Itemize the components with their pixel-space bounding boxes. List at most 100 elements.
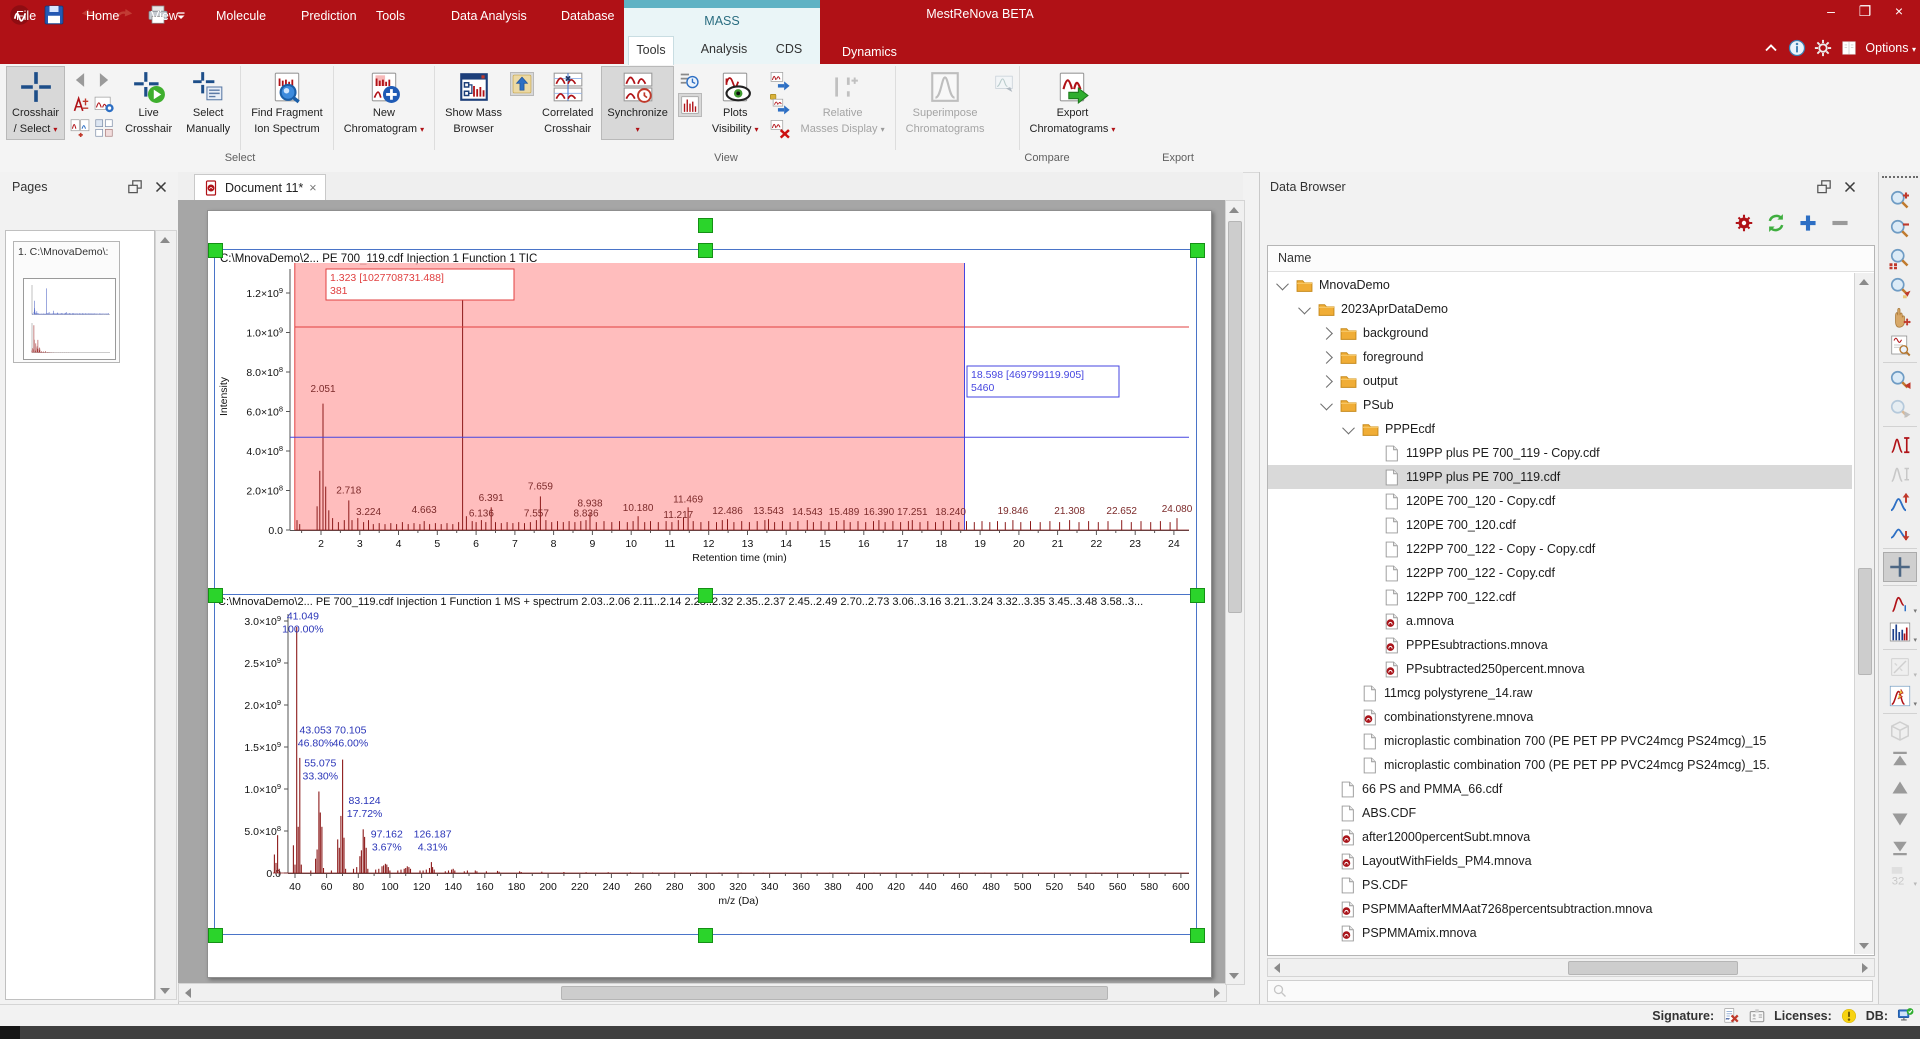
tree-item[interactable]: background [1268,321,1852,345]
tree-item[interactable]: a.mnova [1268,609,1852,633]
menu-tab-prediction[interactable]: Prediction [295,6,363,26]
chart-molecule-icon[interactable] [93,93,115,115]
export-chromatograms-button[interactable]: Export Chromatograms ▾ [1024,66,1122,140]
chevron-down-icon[interactable] [1298,301,1311,314]
mass-histogram-button[interactable]: ▾ [1884,618,1916,646]
export-trace-icon[interactable] [769,69,791,91]
plots-visibility-button[interactable]: Plots Visibility ▾ [706,66,765,140]
correlated-crosshair-button[interactable]: Correlated Crosshair [536,66,599,139]
cube-3d-button[interactable] [1884,717,1916,745]
selection-handle[interactable] [698,928,713,943]
tree-vertical-scrollbar[interactable] [1854,273,1874,954]
full-height-red-button[interactable] [1884,430,1916,458]
integral-tool-button[interactable]: ▾ [1884,682,1916,710]
back-arrow-icon[interactable] [69,69,91,91]
selection-handle[interactable] [698,218,713,233]
tree-item[interactable]: microplastic combination 700 (PE PET PP … [1268,753,1852,777]
tree-item[interactable]: PSPMMAmix.mnova [1268,921,1852,945]
menu-tab-database[interactable]: Database [555,6,621,26]
decrease-intensity-button[interactable] [1884,517,1916,545]
minimize-button[interactable]: – [1814,0,1848,24]
selection-handle[interactable] [698,588,713,603]
export-locked-trace-icon[interactable] [769,93,791,115]
certificate-icon[interactable] [1748,1007,1766,1025]
tree-item[interactable]: PPPEsubtractions.mnova [1268,633,1852,657]
tree-item[interactable]: 11mcg polystyrene_14.raw [1268,681,1852,705]
new-chromatogram-button[interactable]: New Chromatogram ▾ [338,66,430,140]
tree-item[interactable]: 122PP 700_122 - Copy - Copy.cdf [1268,537,1852,561]
tree-item[interactable]: PSub [1268,393,1852,417]
forward-arrow-icon[interactable] [93,69,115,91]
tree-horizontal-scrollbar[interactable] [1267,958,1875,977]
move-up-button[interactable] [1884,775,1916,803]
menu-tab-molecule[interactable]: Molecule [210,6,272,26]
page-32-button[interactable]: 32▾ [1884,862,1916,890]
move-down-button[interactable] [1884,804,1916,832]
chevron-down-icon[interactable] [1276,277,1289,290]
fit-tool-button[interactable]: ▾ [1884,653,1916,681]
zoom-out-button[interactable] [1884,215,1916,243]
full-height-gray-button[interactable] [1884,459,1916,487]
menu-tab-data-analysis[interactable]: Data Analysis [445,6,533,26]
float-panel-icon[interactable] [1815,178,1833,196]
tree-item[interactable]: PS.CDF [1268,873,1852,897]
close-button[interactable]: × [1882,0,1916,24]
selection-handle[interactable] [698,243,713,258]
compare-overlay-icon[interactable] [993,72,1015,94]
increase-intensity-button[interactable] [1884,488,1916,516]
tab-tools[interactable]: Tools [628,36,674,65]
signature-invalid-icon[interactable] [1722,1007,1740,1025]
tree-item[interactable]: output [1268,369,1852,393]
selection-handle[interactable] [208,588,223,603]
tree-item[interactable]: 120PE 700_120.cdf [1268,513,1852,537]
tree-item[interactable]: microplastic combination 700 (PE PET PP … [1268,729,1852,753]
settings-gear-icon[interactable] [1813,38,1833,58]
toolbar-grip[interactable] [1882,176,1918,184]
superimpose-button[interactable]: Superimpose Chromatograms [900,66,991,139]
delete-trace-icon[interactable] [769,117,791,139]
selection-handle[interactable] [1190,928,1205,943]
chevron-right-icon[interactable] [1320,375,1333,388]
menu-tab-tools[interactable]: Tools [370,6,411,26]
tree-item[interactable]: 2023AprDataDemo [1268,297,1852,321]
pages-scrollbar[interactable] [155,230,177,1000]
db-connected-icon[interactable] [1896,1007,1914,1025]
document-tab-close-icon[interactable]: × [309,181,316,195]
tree-item[interactable]: PPPEcdf [1268,417,1852,441]
tab-cds[interactable]: CDS [766,36,812,64]
zoom-next-button[interactable] [1884,395,1916,423]
float-panel-icon[interactable] [126,178,144,196]
chevron-down-icon[interactable] [1342,421,1355,434]
synchronize-button[interactable]: Synchronize ▾ [601,66,674,140]
chevron-right-icon[interactable] [1320,327,1333,340]
move-top-button[interactable] [1884,746,1916,774]
info-icon[interactable] [1787,38,1807,58]
select-manually-button[interactable]: Select Manually [180,66,236,139]
auto-scale-icon[interactable] [69,93,91,115]
crosshair-select-button[interactable]: Crosshair / Select ▾ [6,66,65,140]
tree-item[interactable]: ABS.CDF [1268,801,1852,825]
license-warning-icon[interactable] [1840,1007,1858,1025]
grid-view-icon[interactable] [93,117,115,139]
zoom-selection-button[interactable] [1884,273,1916,301]
menu-tab-view[interactable]: View [145,6,184,26]
zoom-previous-button[interactable] [1884,366,1916,394]
document-vertical-scrollbar[interactable] [1225,200,1245,985]
chart-add-icon[interactable] [69,117,91,139]
chevron-down-icon[interactable] [1320,397,1333,410]
find-fragment-button[interactable]: Find Fragment Ion Spectrum [245,66,329,139]
save-button[interactable] [42,3,66,27]
tree-column-header[interactable]: Name [1268,246,1874,272]
relative-masses-button[interactable]: Relative Masses Display ▾ [795,66,891,140]
selection-handle[interactable] [1190,243,1205,258]
collapse-ribbon-icon[interactable] [1761,38,1781,58]
tree-item[interactable]: 122PP 700_122.cdf [1268,585,1852,609]
tree-search-input[interactable] [1267,980,1873,1002]
manual-book-icon[interactable] [1839,38,1859,58]
menu-tab-dynamics[interactable]: Dynamics [836,42,903,62]
tree-item[interactable]: PPsubtracted250percent.mnova [1268,657,1852,681]
upload-spectrum-icon[interactable] [510,72,534,96]
tree-item[interactable]: foreground [1268,345,1852,369]
options-menu[interactable]: Options ▾ [1865,41,1916,55]
tree-item[interactable]: 119PP plus PE 700_119 - Copy.cdf [1268,441,1852,465]
